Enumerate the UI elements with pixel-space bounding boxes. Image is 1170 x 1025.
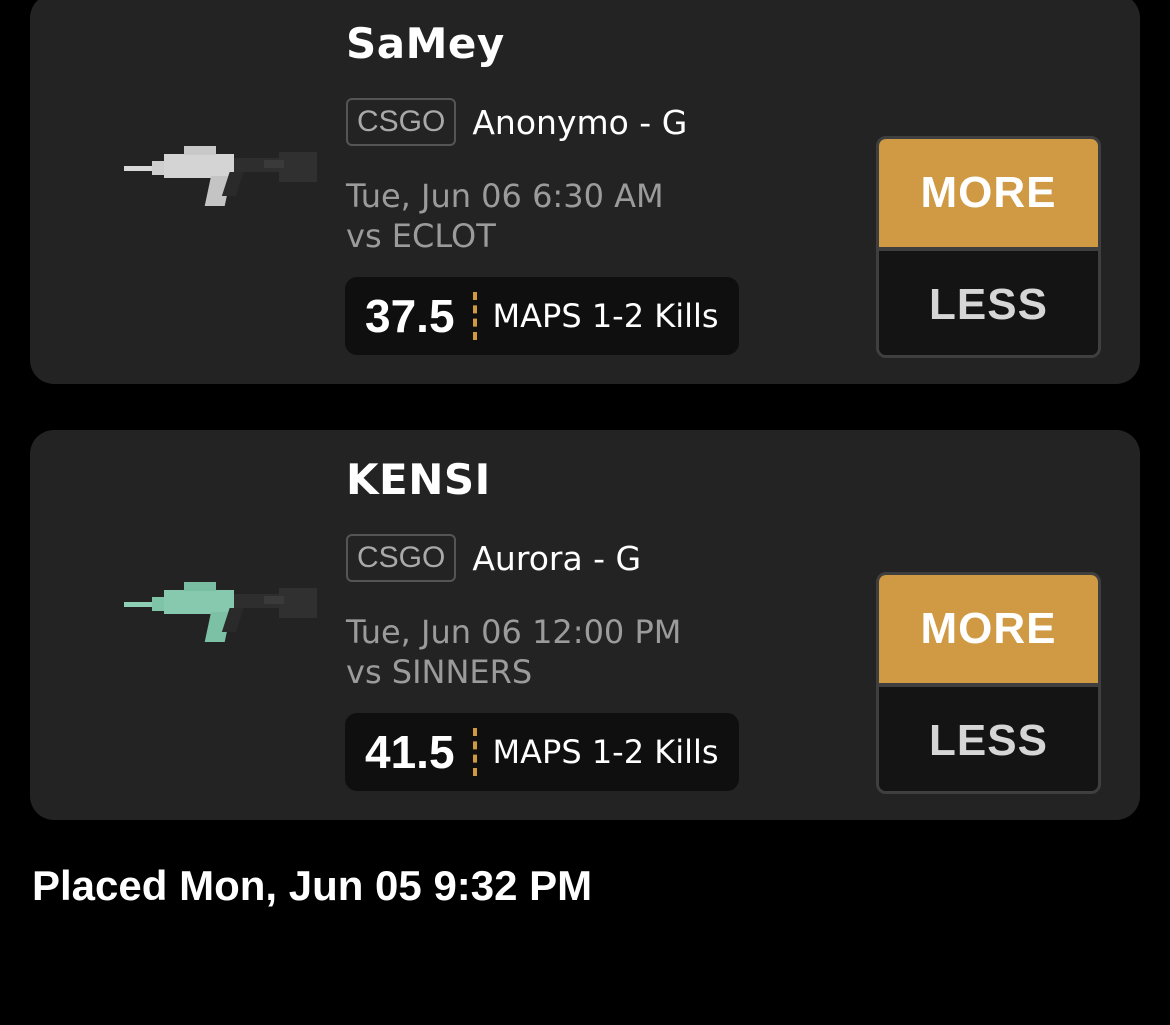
less-button[interactable]: LESS: [879, 251, 1098, 355]
team-position: Anonymo - G: [472, 102, 688, 142]
league-badge: CSGO: [346, 534, 457, 582]
more-button[interactable]: MORE: [879, 139, 1098, 251]
opponent: vs SINNERS: [346, 653, 533, 691]
league-badge: CSGO: [346, 98, 457, 146]
game-time: Tue, Jun 06 12:00 PM: [346, 613, 682, 651]
stat-type: MAPS 1-2 Kills: [492, 733, 719, 771]
stat-type: MAPS 1-2 Kills: [492, 297, 719, 335]
league-row: CSGO Aurora - G: [346, 534, 641, 582]
league-row: CSGO Anonymo - G: [346, 98, 687, 146]
opponent: vs ECLOT: [346, 217, 496, 255]
line-value: 41.5: [365, 726, 455, 778]
rifle-icon: [124, 582, 317, 642]
more-less-selector: MORE LESS: [876, 572, 1101, 794]
projection-pill: 37.5 MAPS 1-2 Kills: [345, 277, 739, 355]
player-name: KENSI: [346, 455, 491, 504]
pick-card: SaMey CSGO Anonymo - G Tue, Jun 06 6:30 …: [30, 0, 1140, 384]
game-time: Tue, Jun 06 6:30 AM: [346, 177, 664, 215]
projection-pill: 41.5 MAPS 1-2 Kills: [345, 713, 739, 791]
placed-timestamp: Placed Mon, Jun 05 9:32 PM: [32, 862, 593, 909]
dashed-divider: [472, 292, 477, 340]
more-button[interactable]: MORE: [879, 575, 1098, 687]
team-position: Aurora - G: [472, 538, 642, 578]
player-name: SaMey: [346, 19, 505, 68]
line-value: 37.5: [365, 290, 455, 342]
more-less-selector: MORE LESS: [876, 136, 1101, 358]
less-button[interactable]: LESS: [879, 687, 1098, 791]
pick-card: KENSI CSGO Aurora - G Tue, Jun 06 12:00 …: [30, 430, 1140, 820]
rifle-icon: [124, 146, 317, 206]
dashed-divider: [472, 728, 477, 776]
